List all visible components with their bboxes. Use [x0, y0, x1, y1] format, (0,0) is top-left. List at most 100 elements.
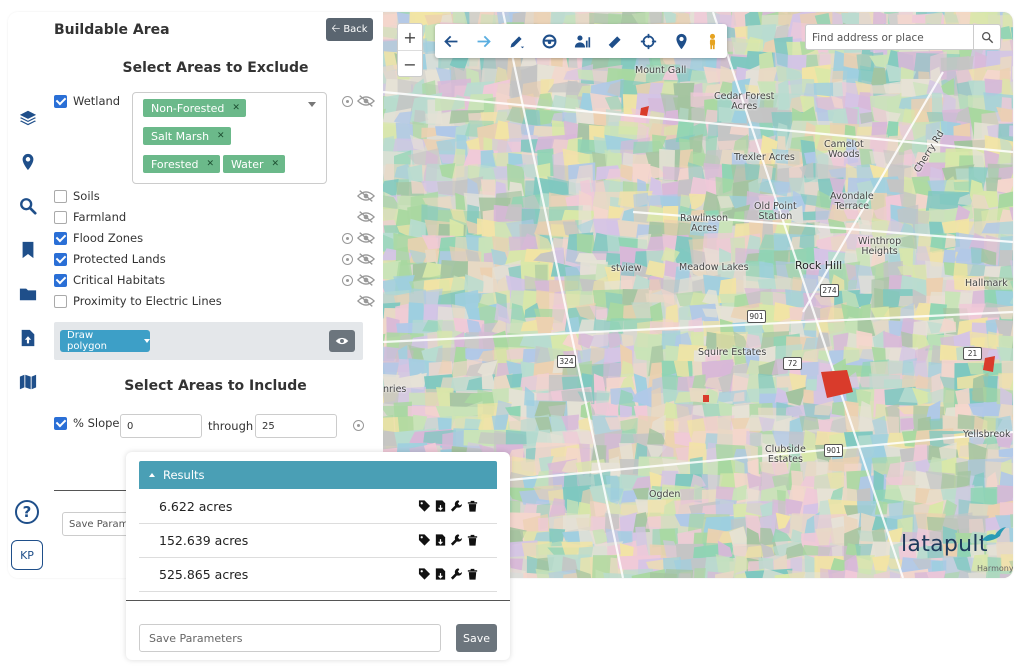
farmland-checkbox[interactable] [54, 210, 67, 224]
trash-icon[interactable] [466, 567, 479, 581]
protected-lands-checkbox[interactable] [54, 252, 67, 266]
route-shield: 324 [557, 355, 576, 368]
soils-checkbox[interactable] [54, 189, 67, 203]
slope-from-input[interactable]: 0 [120, 414, 202, 438]
wetland-checkbox[interactable] [54, 94, 67, 108]
wetland-type-select[interactable]: Non-Forested ✕ Salt Marsh ✕ Forested ✕ Wate… [132, 92, 327, 184]
search-icon[interactable] [18, 196, 38, 216]
trash-icon[interactable] [466, 499, 479, 513]
crosshair-icon[interactable] [637, 31, 659, 51]
wrench-icon[interactable] [450, 533, 463, 547]
file-export-icon[interactable] [434, 567, 447, 581]
tag-water: Water ✕ [223, 155, 286, 173]
bookmark-icon[interactable] [18, 240, 38, 260]
exclude-item-farmland[interactable]: Farmland [54, 209, 126, 225]
save-button[interactable]: Save [456, 624, 497, 652]
zoom-in-button[interactable]: + [398, 24, 422, 51]
eye-slash-icon[interactable] [357, 210, 375, 224]
address-search [805, 24, 1001, 51]
tag-non-forested: Non-Forested ✕ [143, 99, 246, 117]
parcel [889, 571, 902, 578]
steering-wheel-icon[interactable] [538, 31, 560, 51]
map-pin-icon[interactable] [18, 152, 38, 172]
info-circle-icon[interactable] [342, 233, 353, 244]
exclude-item-electric-lines[interactable]: Proximity to Electric Lines [54, 293, 222, 309]
save-parameters-input[interactable]: Save Parameters [139, 624, 441, 652]
info-circle-icon[interactable] [342, 275, 353, 286]
toggle-visibility-button[interactable] [329, 330, 355, 352]
ruler-icon[interactable] [604, 31, 626, 51]
arrow-left-icon[interactable] [440, 31, 462, 51]
address-search-input[interactable] [806, 25, 982, 51]
help-icon[interactable]: ? [15, 500, 39, 524]
flood-zones-checkbox[interactable] [54, 231, 67, 245]
file-export-icon[interactable] [434, 499, 447, 513]
tag-icon[interactable] [418, 567, 431, 581]
tag-icon[interactable] [418, 533, 431, 547]
eye-slash-icon[interactable] [357, 252, 375, 266]
back-button[interactable]: 🡠 Back [326, 18, 373, 41]
zoom-out-button[interactable]: − [398, 51, 422, 77]
include-item-slope[interactable]: % Slope [54, 415, 120, 431]
remove-tag-icon[interactable]: ✕ [217, 131, 225, 141]
slope-to-input[interactable]: 25 [255, 414, 337, 438]
result-row[interactable]: 525.865 acres [139, 557, 497, 592]
arrow-right-icon[interactable] [472, 31, 494, 51]
search-icon [981, 31, 993, 43]
electric-lines-checkbox[interactable] [54, 294, 67, 308]
tag-icon[interactable] [418, 499, 431, 513]
results-title: Results [163, 468, 205, 482]
user-stats-icon[interactable] [571, 31, 593, 51]
tag-label: Forested [151, 157, 199, 171]
wrench-icon[interactable] [450, 499, 463, 513]
route-shield: 901 [824, 444, 843, 457]
slope-checkbox[interactable] [54, 416, 67, 430]
parcel [900, 417, 915, 431]
map-toolbar [435, 24, 727, 58]
location-pin-icon[interactable] [670, 31, 692, 51]
chevron-down-icon[interactable] [308, 102, 316, 107]
search-button[interactable] [973, 25, 1000, 49]
wrench-icon[interactable] [450, 567, 463, 581]
tag-label: Non-Forested [151, 101, 225, 115]
place-label: Harmony [977, 564, 1013, 573]
file-export-icon[interactable] [434, 533, 447, 547]
eye-slash-icon[interactable] [357, 94, 375, 108]
result-row[interactable]: 6.622 acres [139, 489, 497, 524]
exclude-item-soils[interactable]: Soils [54, 188, 100, 204]
map-icon[interactable] [18, 372, 38, 392]
eye-slash-icon[interactable] [357, 294, 375, 308]
remove-tag-icon[interactable]: ✕ [232, 103, 240, 113]
results-header[interactable]: Results [139, 461, 497, 489]
eye-slash-icon[interactable] [357, 231, 375, 245]
draw-polygon-button[interactable]: Draw polygon [60, 330, 150, 352]
place-label: Winthrop Heights [858, 236, 902, 257]
exclude-item-critical-habitats[interactable]: Critical Habitats [54, 272, 165, 288]
folder-icon[interactable] [18, 284, 38, 304]
include-heading: Select Areas to Include [124, 378, 307, 394]
info-circle-icon[interactable] [353, 420, 364, 431]
street-view-icon[interactable] [701, 31, 723, 51]
eye-slash-icon[interactable] [357, 189, 375, 203]
remove-tag-icon[interactable]: ✕ [207, 159, 215, 169]
eye-slash-icon[interactable] [357, 273, 375, 287]
panel-title: Buildable Area [54, 22, 170, 38]
parcel [998, 372, 1013, 389]
user-avatar[interactable]: KP [11, 540, 43, 570]
pencil-icon[interactable] [505, 31, 527, 51]
divider [126, 600, 510, 601]
remove-tag-icon[interactable]: ✕ [272, 159, 280, 169]
exclude-item-flood-zones[interactable]: Flood Zones [54, 230, 143, 246]
result-acres: 152.639 acres [159, 532, 249, 548]
file-upload-icon[interactable] [18, 328, 38, 348]
info-circle-icon[interactable] [342, 96, 353, 107]
exclude-item-protected-lands[interactable]: Protected Lands [54, 251, 166, 267]
exclude-item-wetland[interactable]: Wetland [54, 93, 120, 109]
critical-habitats-checkbox[interactable] [54, 273, 67, 287]
place-label: Rawlinson Acres [680, 213, 729, 234]
info-circle-icon[interactable] [342, 254, 353, 265]
result-row[interactable]: 152.639 acres [139, 523, 497, 558]
layers-icon[interactable] [18, 108, 38, 128]
trash-icon[interactable] [466, 533, 479, 547]
place-label: Ogden [649, 489, 681, 500]
